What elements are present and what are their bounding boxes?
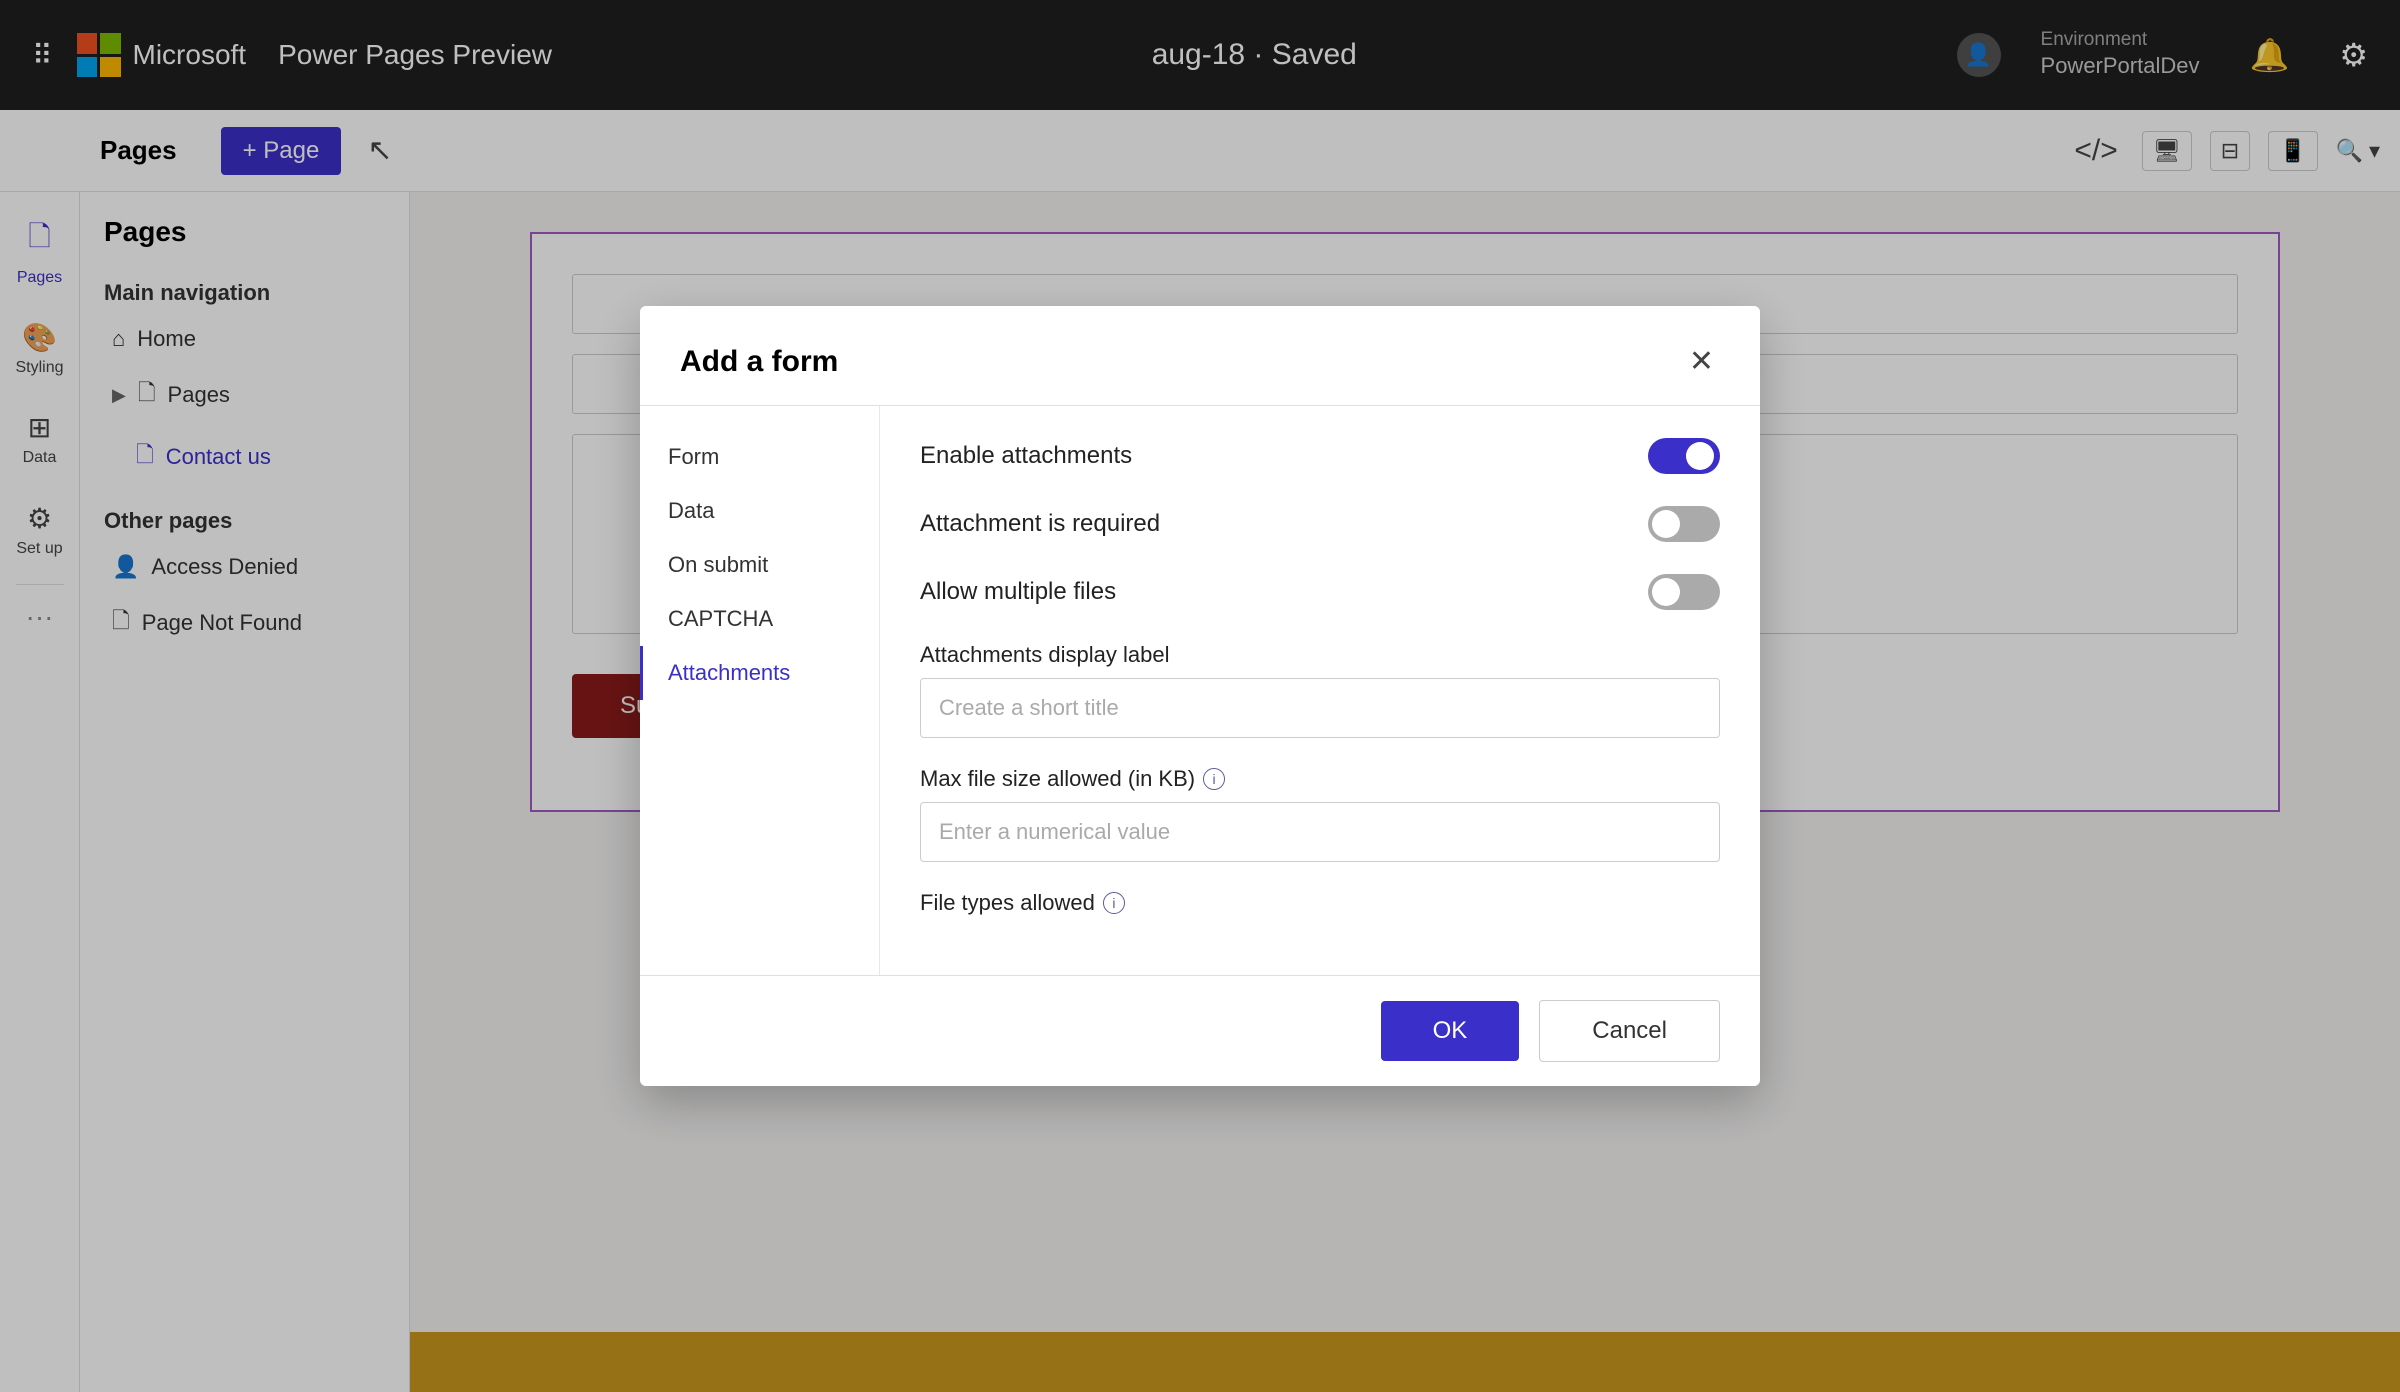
modal-nav-captcha[interactable]: CAPTCHA — [640, 592, 879, 646]
modal-attachments-content: Enable attachments Attachment is require… — [880, 406, 1760, 975]
ok-button[interactable]: OK — [1381, 1001, 1520, 1061]
allow-multiple-label: Allow multiple files — [920, 578, 1116, 606]
modal-nav-attachments[interactable]: Attachments — [640, 646, 879, 700]
modal-overlay: Add a form ✕ Form Data On submit CAPTCHA… — [0, 0, 2400, 1392]
modal-nav-data[interactable]: Data — [640, 484, 879, 538]
toggle-knob-multiple — [1652, 578, 1680, 606]
attachment-required-toggle[interactable] — [1648, 506, 1720, 542]
file-types-info-icon[interactable]: i — [1103, 892, 1125, 914]
modal-nav-onsubmit[interactable]: On submit — [640, 538, 879, 592]
max-file-size-input[interactable] — [920, 802, 1720, 862]
display-label-title: Attachments display label — [920, 642, 1720, 668]
enable-attachments-label: Enable attachments — [920, 442, 1132, 470]
max-file-size-group: Max file size allowed (in KB) i — [920, 766, 1720, 862]
modal-title: Add a form — [680, 345, 838, 379]
attachment-required-row: Attachment is required — [920, 506, 1720, 542]
modal-sidebar: Form Data On submit CAPTCHA Attachments — [640, 406, 880, 975]
allow-multiple-row: Allow multiple files — [920, 574, 1720, 610]
modal-header: Add a form ✕ — [640, 306, 1760, 406]
cancel-button[interactable]: Cancel — [1539, 1000, 1720, 1062]
modal-footer: OK Cancel — [640, 975, 1760, 1086]
allow-multiple-toggle[interactable] — [1648, 574, 1720, 610]
max-file-size-title: Max file size allowed (in KB) i — [920, 766, 1720, 792]
enable-attachments-toggle[interactable] — [1648, 438, 1720, 474]
modal-body: Form Data On submit CAPTCHA Attachments … — [640, 406, 1760, 975]
add-form-modal: Add a form ✕ Form Data On submit CAPTCHA… — [640, 306, 1760, 1086]
toggle-knob-enable — [1686, 442, 1714, 470]
file-types-label: File types allowed i — [920, 890, 1720, 916]
display-label-input[interactable] — [920, 678, 1720, 738]
toggle-knob-required — [1652, 510, 1680, 538]
display-label-group: Attachments display label — [920, 642, 1720, 738]
attachment-required-label: Attachment is required — [920, 510, 1160, 538]
file-types-group: File types allowed i — [920, 890, 1720, 916]
max-file-size-info-icon[interactable]: i — [1203, 768, 1225, 790]
enable-attachments-row: Enable attachments — [920, 438, 1720, 474]
modal-close-button[interactable]: ✕ — [1683, 338, 1720, 385]
modal-nav-form[interactable]: Form — [640, 430, 879, 484]
